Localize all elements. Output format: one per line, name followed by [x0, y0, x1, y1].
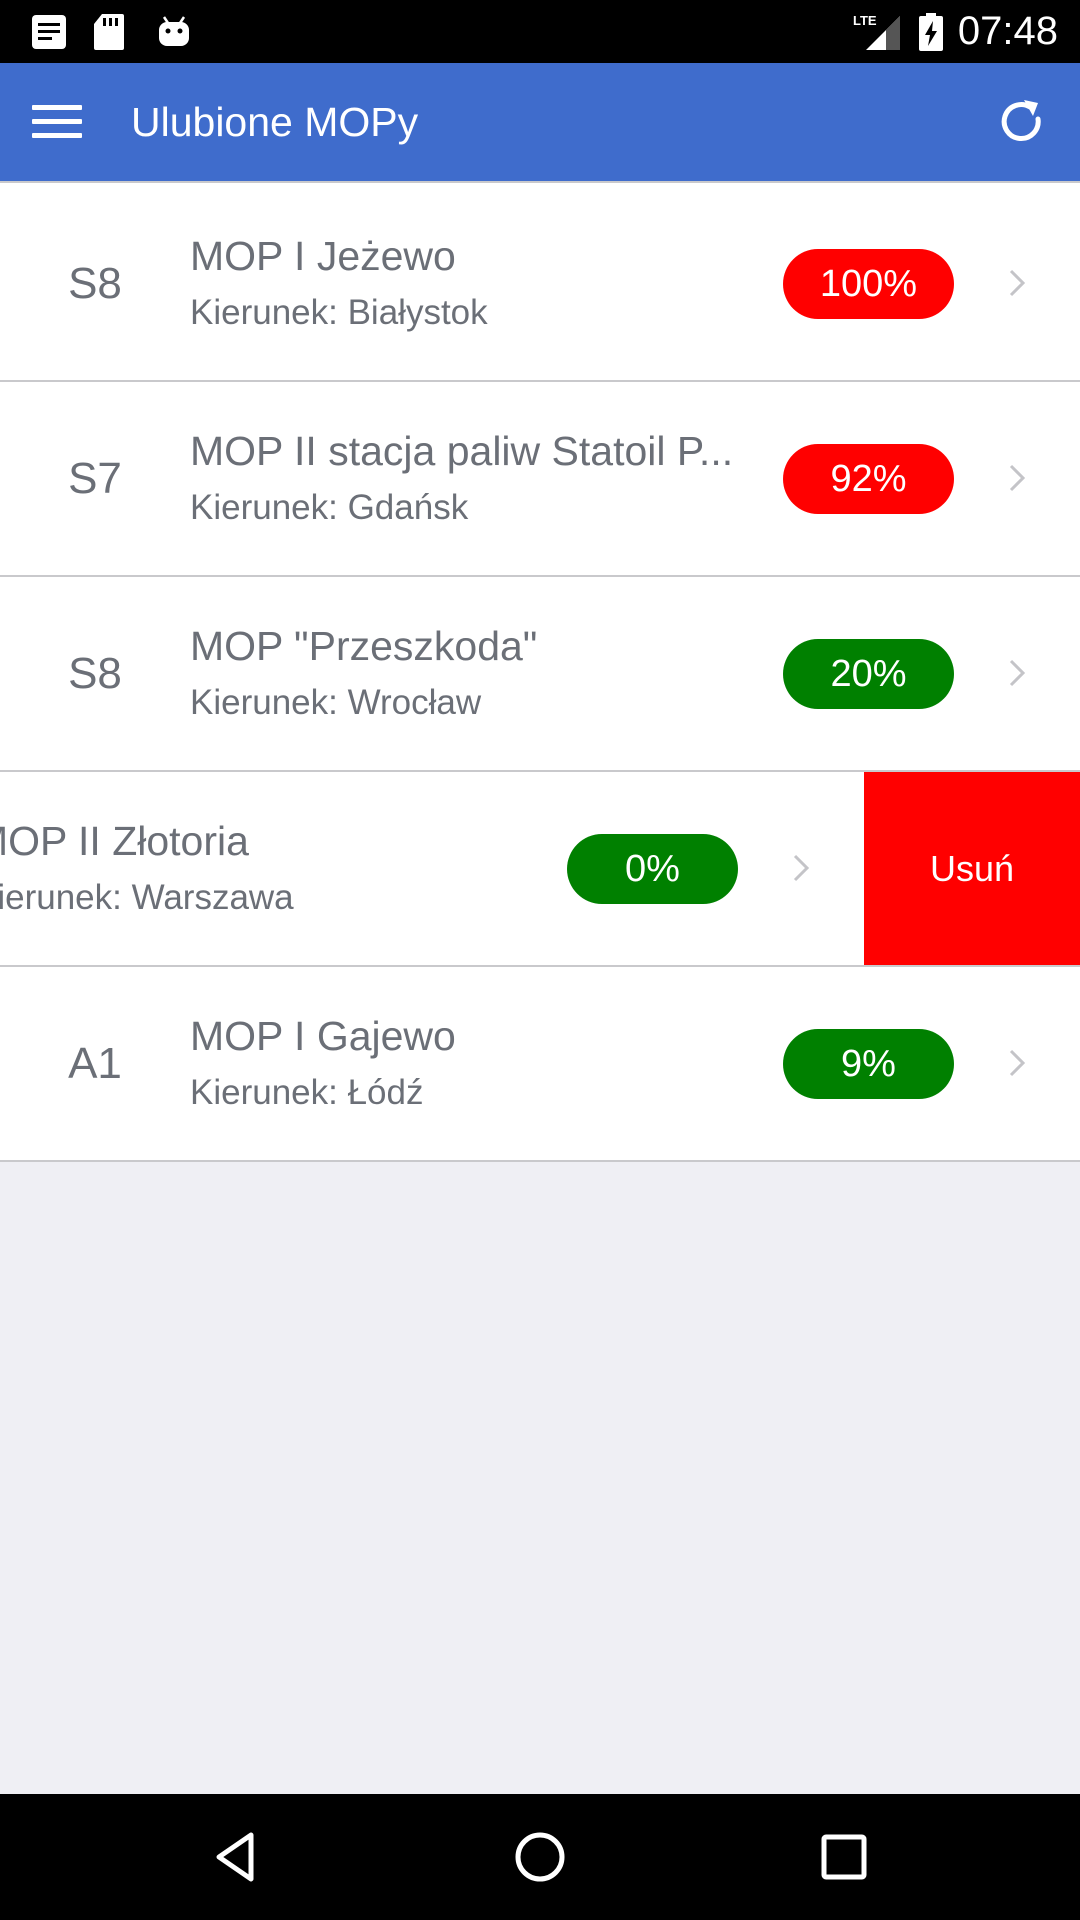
favourites-list: S8 MOP I Jeżewo Kierunek: Białystok 100%…	[0, 181, 1080, 1162]
chevron-right-icon	[1009, 464, 1026, 492]
home-icon[interactable]	[510, 1827, 570, 1887]
delete-button[interactable]: Usuń	[864, 772, 1080, 965]
list-item[interactable]: S8 MOP "Przeszkoda" Kierunek: Wrocław 20…	[0, 577, 1080, 772]
road-number: S7	[68, 454, 122, 503]
chevron-right-icon	[1009, 659, 1026, 687]
notes-icon	[30, 0, 68, 63]
road-number: S8	[68, 259, 122, 308]
page-title: Ulubione MOPy	[131, 99, 419, 145]
list-item[interactable]: S8 MOP I Jeżewo Kierunek: Białystok 100%	[0, 187, 1080, 382]
occupancy-badge: 9%	[783, 1029, 954, 1099]
chevron-right-icon	[1009, 1049, 1026, 1077]
road-number: S8	[68, 649, 122, 698]
mop-direction: Kierunek: Łódź	[190, 1073, 424, 1112]
mop-direction: Kierunek: Gdańsk	[190, 488, 469, 527]
list-item[interactable]: S7 MOP II stacja paliw Statoil P... Kier…	[0, 382, 1080, 577]
network-type-label: LTE	[853, 13, 877, 28]
mop-name: MOP II stacja paliw Statoil P...	[190, 428, 734, 474]
mop-direction: Kierunek: Białystok	[190, 293, 488, 332]
row-content: MOP II Złotoria Kierunek: Warszawa 0%	[0, 772, 864, 965]
sd-card-icon	[92, 0, 126, 63]
chevron-right-icon	[793, 854, 810, 882]
status-time: 07:48	[957, 9, 1058, 53]
android-icon	[156, 0, 192, 63]
mop-direction: Kierunek: Warszawa	[0, 878, 294, 917]
row-content: S8 MOP "Przeszkoda" Kierunek: Wrocław 20…	[0, 577, 1080, 770]
app-bar: Ulubione MOPy	[0, 63, 1080, 181]
mop-name: MOP I Gajewo	[190, 1013, 456, 1059]
chevron-right-icon	[1009, 269, 1026, 297]
occupancy-badge: 100%	[783, 249, 954, 319]
mop-name: MOP I Jeżewo	[190, 233, 456, 279]
status-bar: LTE 07:48	[0, 0, 1080, 63]
row-content: A1 MOP I Gajewo Kierunek: Łódź 9%	[0, 967, 1080, 1160]
list-item-swiped[interactable]: MOP II Złotoria Kierunek: Warszawa 0% Us…	[0, 772, 1080, 967]
refresh-icon[interactable]	[996, 97, 1048, 149]
mop-name: MOP II Złotoria	[0, 818, 249, 864]
navigation-bar	[0, 1794, 1080, 1920]
list-item[interactable]: A1 MOP I Gajewo Kierunek: Łódź 9%	[0, 967, 1080, 1162]
back-icon[interactable]	[207, 1827, 267, 1887]
occupancy-badge: 92%	[783, 444, 954, 514]
mop-direction: Kierunek: Wrocław	[190, 683, 482, 722]
road-number: A1	[68, 1039, 122, 1088]
row-content: S7 MOP II stacja paliw Statoil P... Kier…	[0, 382, 1080, 575]
recents-icon[interactable]	[814, 1827, 874, 1887]
row-content: S8 MOP I Jeżewo Kierunek: Białystok 100%	[0, 187, 1080, 380]
occupancy-badge: 0%	[567, 834, 738, 904]
occupancy-badge: 20%	[783, 639, 954, 709]
hamburger-menu-icon[interactable]	[32, 101, 82, 141]
battery-charging-icon	[918, 0, 944, 63]
mop-name: MOP "Przeszkoda"	[190, 623, 538, 669]
signal-icon: LTE	[852, 0, 902, 63]
